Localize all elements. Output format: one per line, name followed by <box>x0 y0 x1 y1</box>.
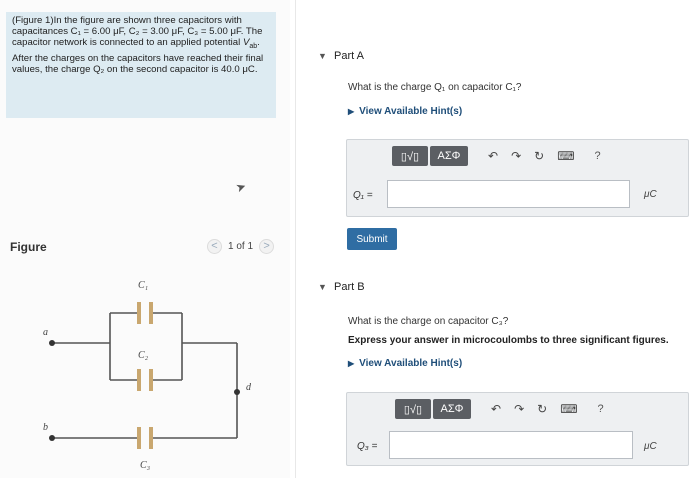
part-b-instruction: Express your answer in microcoulombs to … <box>348 335 669 346</box>
templates-button[interactable]: ▯√▯ <box>392 146 428 166</box>
part-a-title: Part A <box>334 50 364 62</box>
problem-text-3-sub: ab <box>249 43 258 51</box>
label-a: a <box>43 327 48 338</box>
next-figure-button[interactable]: > <box>259 239 275 254</box>
q3-answer-input[interactable] <box>389 431 633 459</box>
part-a-header[interactable]: ▼ Part A <box>296 50 364 62</box>
help-icon[interactable]: ? <box>595 150 601 162</box>
q1-unit: μC <box>644 189 657 200</box>
collapse-caret-icon[interactable]: ▼ <box>296 51 327 61</box>
terminal-b <box>49 435 55 441</box>
symbols-button-b[interactable]: ΑΣΦ <box>433 399 471 419</box>
circuit-diagram: a b d C₁ C₂ C₃ <box>43 280 252 471</box>
reset-icon[interactable]: ↻ <box>534 149 544 163</box>
problem-statement: (Figure 1)In the figure are shown three … <box>6 12 276 118</box>
q1-answer-input[interactable] <box>387 180 630 208</box>
part-b-question: What is the charge on capacitor C₃? <box>348 316 509 327</box>
collapse-caret-icon-b[interactable]: ▼ <box>296 282 327 292</box>
redo-icon[interactable]: ↷ <box>511 149 521 163</box>
help-icon-b[interactable]: ? <box>598 403 604 415</box>
part-b-answer-box: ▯√▯ ΑΣΦ ↶ ↷ ↻ ⌨ ? Q₃ = μC <box>346 392 689 466</box>
part-b: ▼ Part B What is the charge on capacitor… <box>296 270 700 478</box>
q3-label: Q₃ = <box>357 441 378 452</box>
part-a: ▼ Part A What is the charge Q₁ on capaci… <box>296 0 700 270</box>
part-a-hint-label: View Available Hint(s) <box>359 106 463 117</box>
terminal-a <box>49 340 55 346</box>
label-c1: C₁ <box>138 280 148 291</box>
part-b-hint-link[interactable]: ▶ View Available Hint(s) <box>348 358 462 369</box>
label-d: d <box>246 382 252 393</box>
templates-button-b[interactable]: ▯√▯ <box>395 399 431 419</box>
terminal-d <box>234 389 240 395</box>
undo-icon-b[interactable]: ↶ <box>491 402 501 416</box>
problem-panel: (Figure 1)In the figure are shown three … <box>0 0 290 478</box>
part-b-header[interactable]: ▼ Part B <box>296 281 365 293</box>
expand-triangle-icon-b: ▶ <box>348 359 355 368</box>
prev-figure-button[interactable]: < <box>207 239 222 254</box>
part-a-hint-link[interactable]: ▶ View Available Hint(s) <box>348 106 462 117</box>
keyboard-icon-b[interactable]: ⌨ <box>560 402 577 416</box>
undo-icon[interactable]: ↶ <box>488 149 498 163</box>
part-b-hint-label: View Available Hint(s) <box>359 358 463 369</box>
expand-triangle-icon: ▶ <box>348 107 355 116</box>
figure-label: Figure <box>10 240 47 254</box>
reset-icon-b[interactable]: ↻ <box>537 402 547 416</box>
figure-page-count: 1 of 1 <box>228 241 254 252</box>
submit-button[interactable]: Submit <box>347 228 397 250</box>
q3-unit: μC <box>644 441 657 452</box>
part-a-question: What is the charge Q₁ on capacitor C₁? <box>348 82 522 93</box>
label-b: b <box>43 422 48 433</box>
part-b-toolbar: ▯√▯ ΑΣΦ ↶ ↷ ↻ ⌨ ? <box>395 399 604 419</box>
symbols-button[interactable]: ΑΣΦ <box>430 146 468 166</box>
label-c2: C₂ <box>138 350 149 361</box>
mouse-cursor-icon: ➤ <box>233 178 249 196</box>
keyboard-icon[interactable]: ⌨ <box>557 149 574 163</box>
redo-icon-b[interactable]: ↷ <box>514 402 524 416</box>
figure-pager: < 1 of 1 > <box>207 239 275 254</box>
part-a-answer-box: ▯√▯ ΑΣΦ ↶ ↷ ↻ ⌨ ? Q₁ = μC <box>346 139 689 217</box>
label-c3: C₃ <box>140 460 151 471</box>
part-b-title: Part B <box>334 281 365 293</box>
part-a-toolbar: ▯√▯ ΑΣΦ ↶ ↷ ↻ ⌨ ? <box>392 146 601 166</box>
q1-label: Q₁ = <box>353 190 373 201</box>
figure-area: ➤ Figure < 1 of 1 > a b d C₁ C₂ C₃ <box>0 118 290 478</box>
